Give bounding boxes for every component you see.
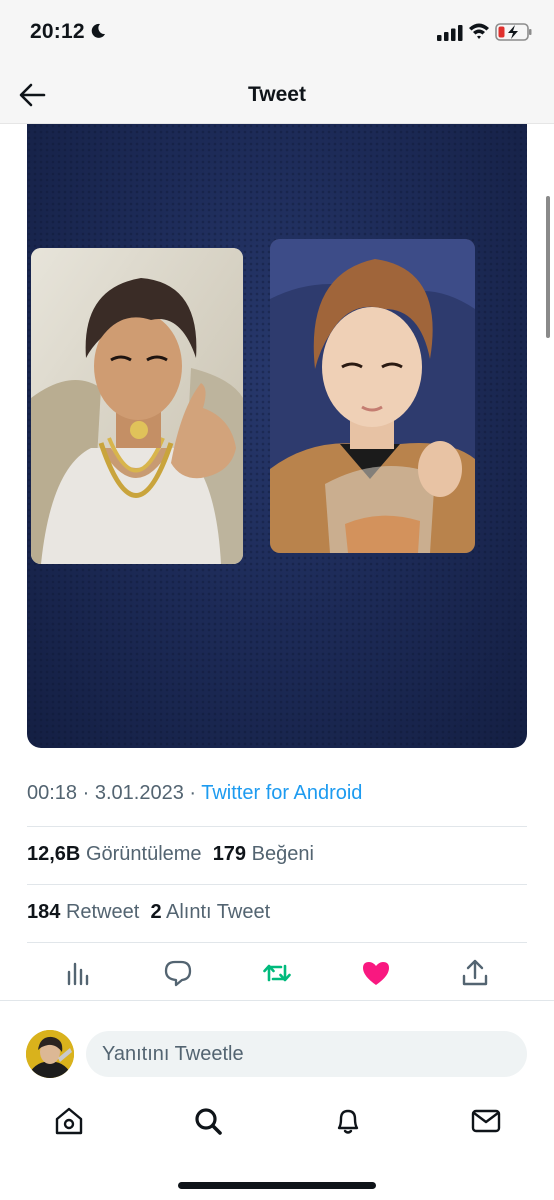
notifications-icon[interactable] [333,1106,363,1136]
reply-icon[interactable] [163,958,193,988]
retweets-label: Retweet [65,901,140,923]
page-title: Tweet [248,83,306,106]
likes-stat[interactable]: 179 Beğeni [213,843,314,865]
signal-icon [437,25,463,41]
navigation-bar: Tweet [0,66,554,124]
photocard-right-image [270,239,475,553]
photocard-right [270,239,475,553]
messages-icon[interactable] [471,1106,501,1136]
divider [0,1000,554,1001]
retweet-icon[interactable] [262,958,292,988]
tweet-timestamp: 00:18 · 3.01.2023 · Twitter for Android [27,782,362,805]
status-bar: 20:12 [0,0,554,66]
divider [27,826,527,827]
meta-separator: · [77,782,95,804]
retweets-quotes-row: 184 Retweet 2 Alıntı Tweet [27,901,270,924]
views-count: 12,6B [27,843,81,865]
likes-count: 179 [212,843,247,865]
avatar[interactable] [26,1030,74,1078]
quotes-count: 2 [150,901,162,923]
quotes-stat[interactable]: 2 Alıntı Tweet [150,901,270,923]
avatar-image [26,1030,74,1078]
tweet-time: 00:18 [27,782,78,804]
divider [27,942,527,943]
home-indicator[interactable] [178,1182,376,1189]
search-icon[interactable] [193,1106,223,1136]
wifi-icon [469,23,489,39]
tweet-date: 3.01.2023 [94,782,184,804]
share-icon[interactable] [460,958,490,988]
home-icon[interactable] [54,1106,84,1136]
scrollbar[interactable] [546,196,550,338]
reply-composer: Yanıtını Tweetle [0,1021,554,1091]
meta-separator: · [183,782,202,804]
tweet-actions [0,950,554,996]
retweets-count: 184 [27,901,61,923]
views-likes-row: 12,6B Görüntüleme 179 Beğeni [27,843,314,866]
views-label: Görüntüleme [85,843,202,865]
battery-icon [495,23,532,41]
divider [27,884,527,885]
tweet-photo[interactable] [27,124,527,748]
likes-label: Beğeni [251,843,314,865]
moon-icon [91,23,105,38]
tweet-source-link[interactable]: Twitter for Android [201,782,362,804]
views-stat[interactable]: 12,6B Görüntüleme [27,843,202,865]
like-icon[interactable] [361,958,391,988]
analytics-icon[interactable] [64,958,94,988]
status-time: 20:12 [30,20,85,43]
photocard-left-image [31,248,243,564]
quotes-label: Alıntı Tweet [166,901,271,923]
reply-input[interactable]: Yanıtını Tweetle [86,1031,527,1077]
retweets-stat[interactable]: 184 Retweet [27,901,139,923]
photocard-left [31,248,243,564]
